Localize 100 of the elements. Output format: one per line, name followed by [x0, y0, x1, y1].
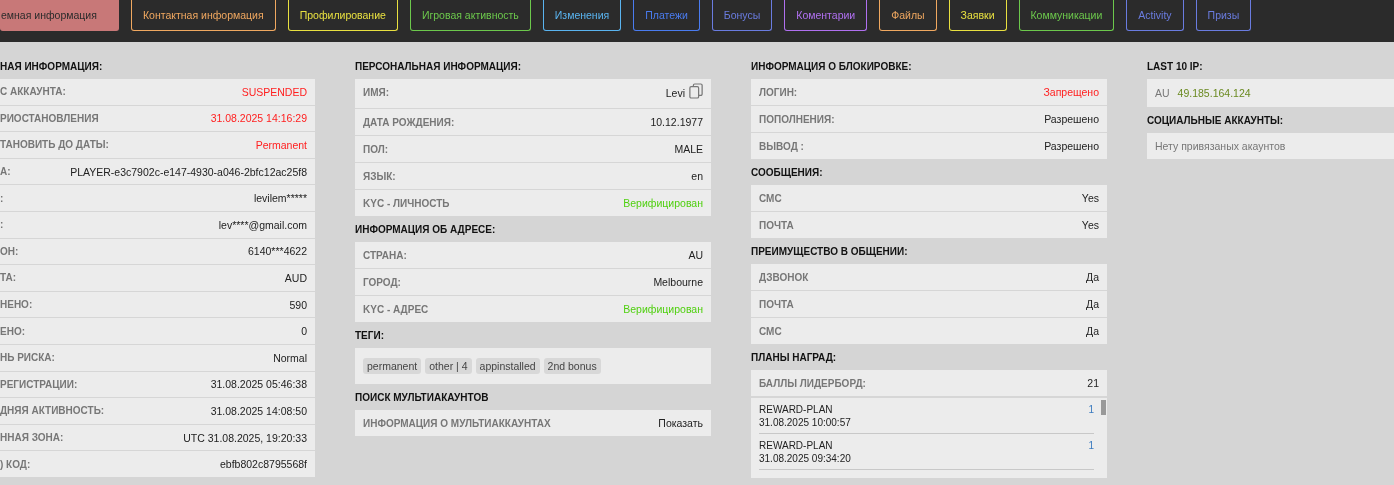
field-value: 31.08.2025 14:16:29 [210, 112, 307, 125]
field-value: levilem***** [253, 192, 307, 205]
tab[interactable]: емная информация [0, 0, 119, 31]
field-label: ДНЯЯ АКТИВНОСТЬ: [0, 405, 105, 417]
field-label: ТАНОВИТЬ ДО ДАТЫ: [0, 139, 109, 151]
field-label: ОН: [0, 245, 19, 257]
section-heading: LAST 10 IP: [1147, 59, 1204, 74]
field-value: 10.12.1977 [650, 116, 703, 128]
tag-chip: other | 4 [425, 358, 472, 374]
field-label: : [0, 192, 4, 204]
country-code: AU [1155, 87, 1170, 99]
tab[interactable]: Изменения [542, 0, 622, 31]
field-label: НЕНО: [0, 299, 33, 311]
field-label: KYC - ЛИЧНОСТЬ [363, 197, 450, 209]
field-label: СМС [759, 325, 782, 337]
field-label: С АККАУНТА: [0, 86, 66, 98]
field-label: ВЫВОД : [759, 140, 804, 152]
field-label: ИМЯ: [363, 87, 390, 98]
tab[interactable]: Бонусы [711, 0, 773, 31]
field-label: ИНФОРМАЦИЯ О МУЛЬТИАККАУНТАХ [363, 417, 551, 429]
tab[interactable]: Заявки [948, 0, 1007, 31]
section-heading: ПЕРСОНАЛЬНАЯ ИНФОРМАЦИЯ: [355, 59, 523, 74]
field-value: PLAYER-e3c7902c-e147-4930-a046-2bfc12ac25f8 [70, 165, 307, 178]
field-value: AUD [284, 271, 307, 284]
field-value: Melbourne [653, 276, 703, 288]
field-value: ebfb802c8795568f [220, 458, 307, 471]
copy-icon[interactable] [689, 83, 703, 99]
tab[interactable]: Коммуникации [1018, 0, 1115, 31]
field-value: Да [1086, 325, 1099, 337]
field-label: РИОСТАНОВЛЕНИЯ [0, 112, 99, 124]
field-value: AU [688, 249, 703, 261]
section-heading: ИНФОРМАЦИЯ О БЛОКИРОВКЕ: [751, 59, 913, 74]
section-heading: ТЕГИ: [355, 328, 385, 343]
field-value: 590 [289, 298, 307, 311]
tab[interactable]: Контактная информация [131, 0, 276, 31]
field-label: А: [0, 166, 11, 178]
field-label: ПОЧТА [759, 219, 794, 231]
scrollbar[interactable] [1101, 400, 1106, 415]
tag-chip: permanent [363, 358, 422, 374]
field-value: 0 [301, 325, 307, 338]
plan-date: 31.08.2025 09:34:20 [759, 453, 851, 464]
tab[interactable]: Профилирование [287, 0, 398, 31]
field-value: 21 [1087, 377, 1099, 389]
field-value: en [691, 170, 703, 182]
tab[interactable]: Призы [1195, 0, 1252, 31]
field-label: ЯЗЫК: [363, 170, 396, 182]
plan-name: REWARD-PLAN [759, 404, 834, 415]
field-value: Запрещено [1043, 86, 1099, 98]
field-label: ДАТА РОЖДЕНИЯ: [363, 116, 455, 128]
section-heading: ПОИСК МУЛЬТИАКАУНТОВ [355, 390, 490, 405]
show-link[interactable]: Показать [658, 417, 703, 429]
tab[interactable]: Activity [1126, 0, 1184, 31]
section-heading: НАЯ ИНФОРМАЦИЯ: [0, 59, 104, 74]
field-value: Да [1086, 298, 1099, 310]
section-heading: СОЦИАЛЬНЫЕ АККАУНТЫ: [1147, 113, 1285, 128]
field-label: ЕНО: [0, 325, 25, 337]
field-value: Верифицирован [623, 303, 703, 315]
field-label: ЛОГИН: [759, 86, 798, 98]
field-label: : [0, 219, 4, 231]
field-value: MALE [674, 143, 703, 155]
section-heading: ПЛАНЫ НАГРАД: [751, 350, 838, 365]
field-label: СМС [759, 192, 782, 204]
tab[interactable]: Игровая активность [409, 0, 531, 31]
section-heading: СООБЩЕНИЯ: [751, 165, 824, 180]
field-label: НЬ РИСКА: [0, 352, 55, 364]
field-value: Верифицирован [623, 197, 703, 209]
section-heading: ПРЕИМУЩЕСТВО В ОБЩЕНИИ: [751, 244, 909, 259]
field-label: ТА: [0, 272, 17, 284]
field-value: 31.08.2025 14:08:50 [210, 404, 307, 417]
ip-address: 49.185.164.124 [1177, 87, 1251, 99]
field-label: ПОПОЛНЕНИЯ: [759, 113, 835, 125]
tab[interactable]: Платежи [633, 0, 700, 31]
field-label: БАЛЛЫ ЛИДЕРБОРД: [759, 377, 866, 389]
field-value: UTC 31.08.2025, 19:20:33 [183, 431, 307, 444]
plan-name: REWARD-PLAN [759, 440, 834, 451]
tab[interactable]: Коментарии [784, 0, 868, 31]
field-value: Yes [1081, 192, 1099, 204]
field-value: SUSPENDED [241, 85, 307, 98]
field-value: Разрешено [1044, 113, 1099, 125]
tag-chip: appinstalled [475, 358, 540, 374]
plan-count: 1 [1088, 404, 1094, 417]
tag-chip: 2nd bonus [543, 358, 601, 374]
field-label: РЕГИСТРАЦИИ: [0, 378, 78, 390]
field-value: Levi [665, 87, 685, 99]
plan-date: 31.08.2025 10:00:57 [759, 417, 851, 428]
field-value: 31.08.2025 05:46:38 [210, 378, 307, 391]
empty-message: Нету привязаных акаунтов [1155, 140, 1286, 152]
field-value: lev****@gmail.com [218, 218, 307, 231]
field-label: ДЗВОНОК [759, 271, 809, 283]
section-heading: ИНФОРМАЦИЯ ОБ АДРЕСЕ: [355, 222, 497, 237]
field-label: ) КОД: [0, 458, 31, 470]
tab[interactable]: Файлы [879, 0, 937, 31]
field-label: ПОЛ: [363, 143, 389, 155]
plan-count: 1 [1088, 440, 1094, 453]
field-label: ПОЧТА [759, 298, 794, 310]
field-value: Permanent [255, 139, 307, 151]
field-value: Normal [273, 351, 307, 364]
field-label: СТРАНА: [363, 249, 407, 261]
field-label: KYC - АДРЕС [363, 303, 429, 315]
field-label: ННАЯ ЗОНА: [0, 432, 64, 443]
